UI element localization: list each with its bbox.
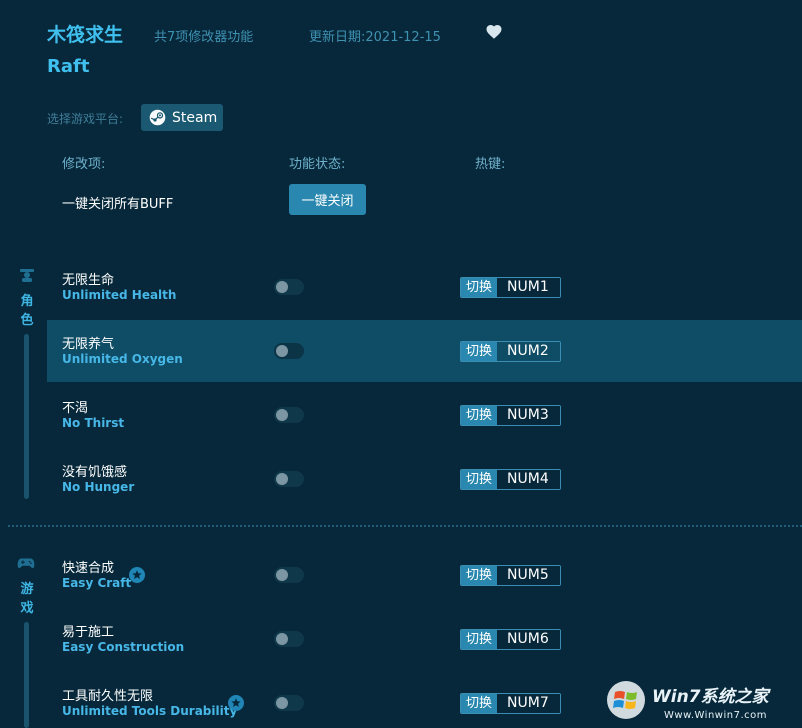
column-header-item: 修改项: bbox=[62, 153, 105, 172]
hotkey-action: 切换 bbox=[461, 278, 497, 297]
hotkey-action: 切换 bbox=[461, 630, 497, 649]
steam-icon bbox=[149, 109, 166, 126]
hotkey-action: 切换 bbox=[461, 566, 497, 585]
column-header-status: 功能状态: bbox=[289, 153, 345, 172]
cheat-row-easy-construction: 易于施工 Easy Construction 切换 NUM6 bbox=[47, 608, 802, 670]
hotkey-unlimited-health[interactable]: 切换 NUM1 bbox=[460, 277, 561, 298]
toggle-knob bbox=[276, 633, 288, 645]
hotkey-unlimited-tools-durability[interactable]: 切换 NUM7 bbox=[460, 693, 561, 714]
hotkey-key: NUM5 bbox=[497, 566, 560, 585]
hotkey-key: NUM4 bbox=[497, 470, 560, 489]
cheat-name-cn: 快速合成 bbox=[62, 557, 114, 576]
hotkey-easy-construction[interactable]: 切换 NUM6 bbox=[460, 629, 561, 650]
toggle-easy-construction[interactable] bbox=[274, 631, 304, 647]
section-divider bbox=[8, 525, 802, 527]
cheat-name-cn: 不渴 bbox=[62, 397, 88, 416]
star-badge-icon bbox=[228, 695, 244, 711]
toggle-no-thirst[interactable] bbox=[274, 407, 304, 423]
hotkey-key: NUM6 bbox=[497, 630, 560, 649]
cheat-name-cn: 没有饥饿感 bbox=[62, 461, 127, 480]
cheat-row-easy-craft: 快速合成 Easy Craft 切换 NUM5 bbox=[47, 544, 802, 606]
section-scrollbar-character bbox=[24, 334, 29, 499]
cheat-name-en: Unlimited Oxygen bbox=[62, 352, 183, 366]
steam-button-label: Steam bbox=[172, 110, 217, 126]
hotkey-action: 切换 bbox=[461, 342, 497, 361]
cheat-name-en: No Hunger bbox=[62, 480, 134, 494]
toggle-knob bbox=[276, 409, 288, 421]
cheat-name-en: No Thirst bbox=[62, 416, 124, 430]
disable-all-button[interactable]: 一键关闭 bbox=[289, 184, 366, 215]
watermark: Win7系统之家 Www.Winwin7.com bbox=[604, 676, 802, 728]
hotkey-key: NUM7 bbox=[497, 694, 560, 713]
toggle-unlimited-health[interactable] bbox=[274, 279, 304, 295]
cheat-row-no-hunger: 没有饥饿感 No Hunger 切换 NUM4 bbox=[47, 448, 802, 510]
watermark-brand: Win7系统之家 bbox=[652, 682, 769, 707]
cheat-name-cn: 工具耐久性无限 bbox=[62, 685, 153, 704]
heart-icon[interactable] bbox=[485, 23, 503, 41]
toggle-knob bbox=[276, 473, 288, 485]
cheat-name-en: Unlimited Tools Durability bbox=[62, 704, 237, 718]
cheat-name-en: Easy Craft bbox=[62, 576, 131, 590]
hotkey-unlimited-oxygen[interactable]: 切换 NUM2 bbox=[460, 341, 561, 362]
toggle-knob bbox=[276, 697, 288, 709]
toggle-knob bbox=[276, 345, 288, 357]
column-header-hotkey: 热键: bbox=[475, 153, 505, 172]
toggle-no-hunger[interactable] bbox=[274, 471, 304, 487]
disable-all-buff-label: 一键关闭所有BUFF bbox=[62, 193, 173, 212]
watermark-url: Www.Winwin7.com bbox=[664, 710, 767, 721]
hotkey-key: NUM2 bbox=[497, 342, 560, 361]
section-scrollbar-game bbox=[24, 622, 29, 728]
cheat-name-cn: 无限养气 bbox=[62, 333, 114, 352]
cheat-name-en: Easy Construction bbox=[62, 640, 184, 654]
cheat-row-unlimited-health: 无限生命 Unlimited Health 切换 NUM1 bbox=[47, 256, 802, 318]
star-badge-icon bbox=[129, 567, 145, 583]
cheat-name-cn: 易于施工 bbox=[62, 621, 114, 640]
cheat-row-no-thirst: 不渴 No Thirst 切换 NUM3 bbox=[47, 384, 802, 446]
character-icon bbox=[18, 268, 36, 282]
windows-logo-icon bbox=[606, 680, 646, 720]
section-label-game: 游戏 bbox=[17, 580, 37, 618]
cheat-name-en: Unlimited Health bbox=[62, 288, 176, 302]
gamepad-icon bbox=[17, 556, 35, 570]
cheat-row-unlimited-oxygen: 无限养气 Unlimited Oxygen 切换 NUM2 bbox=[47, 320, 802, 382]
game-title-cn: 木筏求生 bbox=[47, 20, 123, 47]
hotkey-key: NUM3 bbox=[497, 406, 560, 425]
toggle-easy-craft[interactable] bbox=[274, 567, 304, 583]
platform-label: 选择游戏平台: bbox=[47, 110, 123, 127]
toggle-unlimited-tools-durability[interactable] bbox=[274, 695, 304, 711]
cheat-name-cn: 无限生命 bbox=[62, 269, 114, 288]
hotkey-key: NUM1 bbox=[497, 278, 560, 297]
section-label-character: 角色 bbox=[17, 292, 37, 330]
hotkey-action: 切换 bbox=[461, 694, 497, 713]
game-title-en: Raft bbox=[47, 56, 89, 77]
hotkey-action: 切换 bbox=[461, 470, 497, 489]
hotkey-easy-craft[interactable]: 切换 NUM5 bbox=[460, 565, 561, 586]
toggle-unlimited-oxygen[interactable] bbox=[274, 343, 304, 359]
toggle-knob bbox=[276, 569, 288, 581]
update-date: 更新日期:2021-12-15 bbox=[309, 26, 441, 45]
hotkey-no-thirst[interactable]: 切换 NUM3 bbox=[460, 405, 561, 426]
toggle-knob bbox=[276, 281, 288, 293]
steam-platform-button[interactable]: Steam bbox=[141, 104, 223, 131]
hotkey-action: 切换 bbox=[461, 406, 497, 425]
feature-count: 共7项修改器功能 bbox=[154, 26, 253, 45]
hotkey-no-hunger[interactable]: 切换 NUM4 bbox=[460, 469, 561, 490]
